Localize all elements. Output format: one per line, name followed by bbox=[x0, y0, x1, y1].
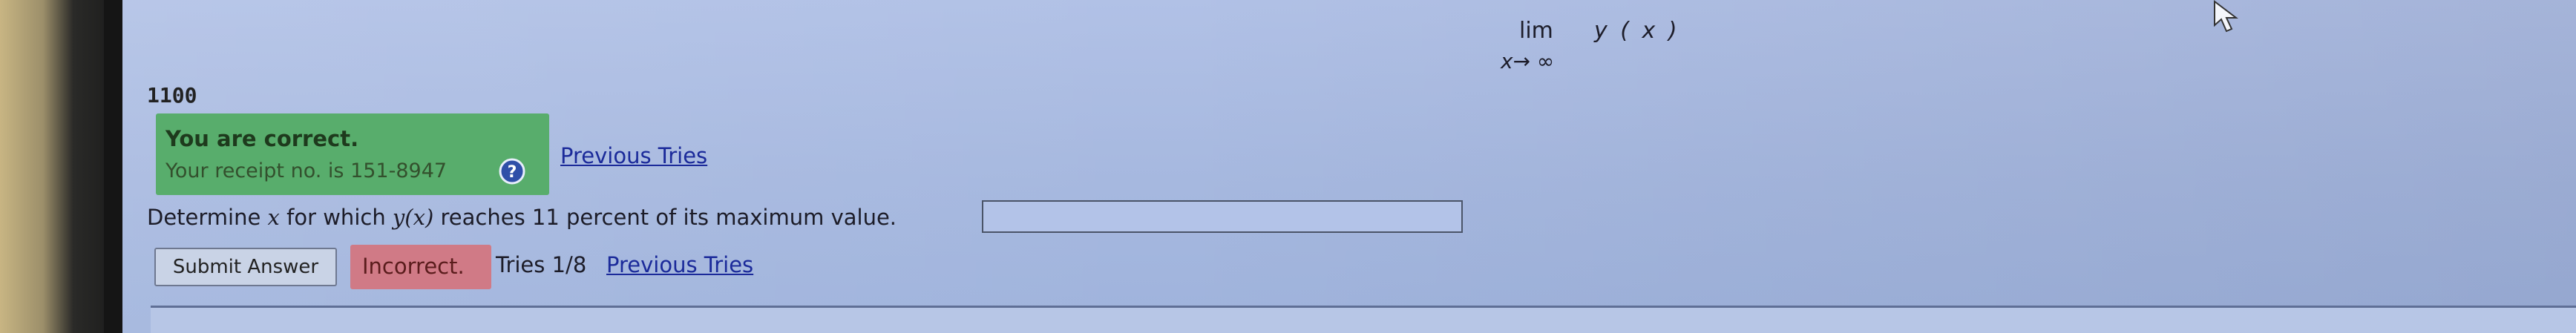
screen: lim x→ ∞ y ( x ) 1100 You are correct. Y… bbox=[0, 0, 2576, 333]
help-icon[interactable]: ? bbox=[499, 158, 525, 185]
homework-page: lim x→ ∞ y ( x ) 1100 You are correct. Y… bbox=[122, 0, 2576, 333]
answer-input[interactable] bbox=[982, 200, 1463, 233]
lim-subscript: x→ ∞ bbox=[1501, 49, 1555, 73]
question-middle: for which bbox=[279, 205, 393, 230]
limit-function: y ( x ) bbox=[1594, 18, 1680, 44]
correct-status-box: You are correct. Your receipt no. is 151… bbox=[156, 113, 549, 195]
correct-status-title: You are correct. bbox=[165, 126, 359, 151]
previous-tries-link-part1[interactable]: Previous Tries bbox=[560, 143, 707, 168]
question-text: Determine x for which y(x) reaches 11 pe… bbox=[147, 205, 897, 230]
next-section-area bbox=[151, 308, 2576, 333]
question-var-x: x bbox=[267, 205, 280, 230]
question-suffix: reaches 11 percent of its maximum value. bbox=[433, 205, 897, 230]
previous-tries-link-part2[interactable]: Previous Tries bbox=[606, 252, 753, 277]
question-prefix: Determine bbox=[147, 205, 268, 230]
monitor-bezel-edge bbox=[104, 0, 122, 333]
incorrect-status-badge: Incorrect. bbox=[350, 245, 491, 289]
lim-word: lim bbox=[1519, 18, 1553, 44]
incorrect-status-text: Incorrect. bbox=[362, 254, 465, 279]
previous-answer: 1100 bbox=[147, 83, 197, 108]
limit-expression: lim x→ ∞ y ( x ) bbox=[1499, 15, 1692, 74]
receipt-number: Your receipt no. is 151-8947 bbox=[165, 159, 448, 182]
submit-answer-button[interactable]: Submit Answer bbox=[154, 248, 337, 286]
mouse-cursor-icon bbox=[2214, 0, 2238, 33]
question-fn: y(x) bbox=[392, 205, 434, 230]
svg-text:?: ? bbox=[508, 163, 517, 182]
tries-counter: Tries 1/8 bbox=[496, 252, 587, 277]
